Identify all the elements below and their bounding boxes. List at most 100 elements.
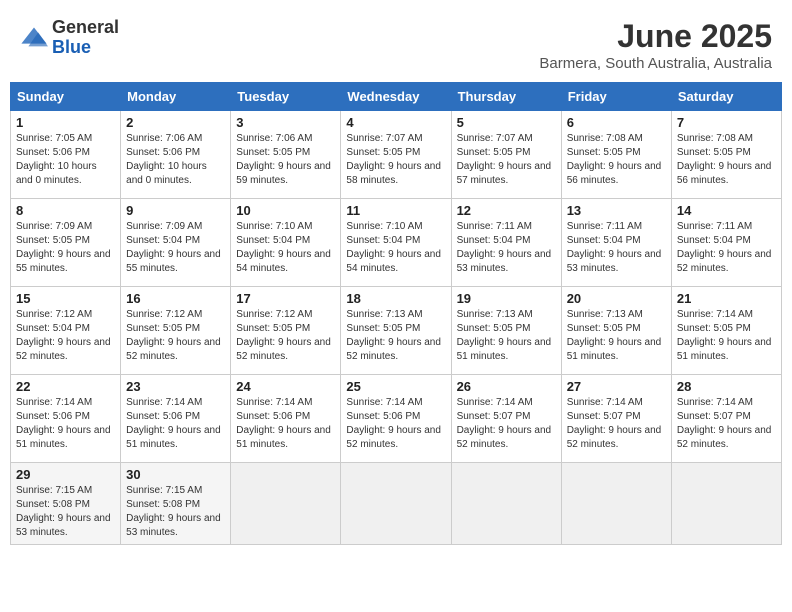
day-cell-3: 3 Sunrise: 7:06 AM Sunset: 5:05 PM Dayli…: [231, 111, 341, 199]
day-number: 21: [677, 291, 776, 306]
week-row-5: 29 Sunrise: 7:15 AM Sunset: 5:08 PM Dayl…: [11, 463, 782, 545]
location-title: Barmera, South Australia, Australia: [539, 55, 772, 72]
day-cell-24: 24 Sunrise: 7:14 AM Sunset: 5:06 PM Dayl…: [231, 375, 341, 463]
day-cell-7: 7 Sunrise: 7:08 AM Sunset: 5:05 PM Dayli…: [671, 111, 781, 199]
day-cell-18: 18 Sunrise: 7:13 AM Sunset: 5:05 PM Dayl…: [341, 287, 451, 375]
day-cell-27: 27 Sunrise: 7:14 AM Sunset: 5:07 PM Dayl…: [561, 375, 671, 463]
day-cell-12: 12 Sunrise: 7:11 AM Sunset: 5:04 PM Dayl…: [451, 199, 561, 287]
page-header: General Blue June 2025 Barmera, South Au…: [10, 10, 782, 76]
logo-text: General Blue: [52, 18, 119, 58]
day-info: Sunrise: 7:11 AM Sunset: 5:04 PM Dayligh…: [567, 221, 662, 274]
logo: General Blue: [20, 18, 119, 58]
day-info: Sunrise: 7:08 AM Sunset: 5:05 PM Dayligh…: [567, 133, 662, 186]
day-number: 24: [236, 379, 335, 394]
day-info: Sunrise: 7:14 AM Sunset: 5:05 PM Dayligh…: [677, 309, 772, 362]
day-cell-15: 15 Sunrise: 7:12 AM Sunset: 5:04 PM Dayl…: [11, 287, 121, 375]
day-number: 1: [16, 115, 115, 130]
title-area: June 2025 Barmera, South Australia, Aust…: [539, 18, 772, 72]
day-info: Sunrise: 7:12 AM Sunset: 5:05 PM Dayligh…: [236, 309, 331, 362]
day-info: Sunrise: 7:14 AM Sunset: 5:07 PM Dayligh…: [457, 397, 552, 450]
day-info: Sunrise: 7:14 AM Sunset: 5:06 PM Dayligh…: [236, 397, 331, 450]
day-cell-16: 16 Sunrise: 7:12 AM Sunset: 5:05 PM Dayl…: [121, 287, 231, 375]
week-row-1: 1 Sunrise: 7:05 AM Sunset: 5:06 PM Dayli…: [11, 111, 782, 199]
day-cell-17: 17 Sunrise: 7:12 AM Sunset: 5:05 PM Dayl…: [231, 287, 341, 375]
day-number: 16: [126, 291, 225, 306]
weekday-header-row: SundayMondayTuesdayWednesdayThursdayFrid…: [11, 83, 782, 111]
logo-blue-text: Blue: [52, 38, 119, 58]
day-info: Sunrise: 7:12 AM Sunset: 5:05 PM Dayligh…: [126, 309, 221, 362]
day-number: 12: [457, 203, 556, 218]
day-cell-2: 2 Sunrise: 7:06 AM Sunset: 5:06 PM Dayli…: [121, 111, 231, 199]
day-cell-30: 30 Sunrise: 7:15 AM Sunset: 5:08 PM Dayl…: [121, 463, 231, 545]
day-info: Sunrise: 7:09 AM Sunset: 5:04 PM Dayligh…: [126, 221, 221, 274]
day-number: 26: [457, 379, 556, 394]
day-info: Sunrise: 7:14 AM Sunset: 5:06 PM Dayligh…: [346, 397, 441, 450]
day-cell-19: 19 Sunrise: 7:13 AM Sunset: 5:05 PM Dayl…: [451, 287, 561, 375]
weekday-header-wednesday: Wednesday: [341, 83, 451, 111]
day-cell-13: 13 Sunrise: 7:11 AM Sunset: 5:04 PM Dayl…: [561, 199, 671, 287]
day-cell-29: 29 Sunrise: 7:15 AM Sunset: 5:08 PM Dayl…: [11, 463, 121, 545]
day-info: Sunrise: 7:13 AM Sunset: 5:05 PM Dayligh…: [346, 309, 441, 362]
logo-icon: [20, 24, 48, 52]
day-cell-5: 5 Sunrise: 7:07 AM Sunset: 5:05 PM Dayli…: [451, 111, 561, 199]
day-info: Sunrise: 7:09 AM Sunset: 5:05 PM Dayligh…: [16, 221, 111, 274]
day-info: Sunrise: 7:15 AM Sunset: 5:08 PM Dayligh…: [126, 485, 221, 538]
week-row-2: 8 Sunrise: 7:09 AM Sunset: 5:05 PM Dayli…: [11, 199, 782, 287]
day-number: 15: [16, 291, 115, 306]
weekday-header-thursday: Thursday: [451, 83, 561, 111]
day-cell-9: 9 Sunrise: 7:09 AM Sunset: 5:04 PM Dayli…: [121, 199, 231, 287]
day-info: Sunrise: 7:06 AM Sunset: 5:05 PM Dayligh…: [236, 133, 331, 186]
day-number: 9: [126, 203, 225, 218]
day-info: Sunrise: 7:07 AM Sunset: 5:05 PM Dayligh…: [346, 133, 441, 186]
day-number: 7: [677, 115, 776, 130]
empty-cell: [671, 463, 781, 545]
day-number: 4: [346, 115, 445, 130]
day-info: Sunrise: 7:14 AM Sunset: 5:06 PM Dayligh…: [126, 397, 221, 450]
day-number: 25: [346, 379, 445, 394]
day-cell-26: 26 Sunrise: 7:14 AM Sunset: 5:07 PM Dayl…: [451, 375, 561, 463]
day-cell-10: 10 Sunrise: 7:10 AM Sunset: 5:04 PM Dayl…: [231, 199, 341, 287]
week-row-4: 22 Sunrise: 7:14 AM Sunset: 5:06 PM Dayl…: [11, 375, 782, 463]
day-number: 19: [457, 291, 556, 306]
logo-general-text: General: [52, 18, 119, 38]
day-cell-22: 22 Sunrise: 7:14 AM Sunset: 5:06 PM Dayl…: [11, 375, 121, 463]
day-info: Sunrise: 7:14 AM Sunset: 5:06 PM Dayligh…: [16, 397, 111, 450]
day-number: 3: [236, 115, 335, 130]
weekday-header-sunday: Sunday: [11, 83, 121, 111]
day-number: 28: [677, 379, 776, 394]
day-info: Sunrise: 7:13 AM Sunset: 5:05 PM Dayligh…: [457, 309, 552, 362]
weekday-header-saturday: Saturday: [671, 83, 781, 111]
day-info: Sunrise: 7:07 AM Sunset: 5:05 PM Dayligh…: [457, 133, 552, 186]
day-info: Sunrise: 7:11 AM Sunset: 5:04 PM Dayligh…: [677, 221, 772, 274]
day-info: Sunrise: 7:10 AM Sunset: 5:04 PM Dayligh…: [236, 221, 331, 274]
empty-cell: [231, 463, 341, 545]
day-number: 10: [236, 203, 335, 218]
day-cell-6: 6 Sunrise: 7:08 AM Sunset: 5:05 PM Dayli…: [561, 111, 671, 199]
day-number: 27: [567, 379, 666, 394]
day-info: Sunrise: 7:14 AM Sunset: 5:07 PM Dayligh…: [567, 397, 662, 450]
day-cell-25: 25 Sunrise: 7:14 AM Sunset: 5:06 PM Dayl…: [341, 375, 451, 463]
day-number: 14: [677, 203, 776, 218]
day-number: 11: [346, 203, 445, 218]
day-number: 22: [16, 379, 115, 394]
day-number: 18: [346, 291, 445, 306]
week-row-3: 15 Sunrise: 7:12 AM Sunset: 5:04 PM Dayl…: [11, 287, 782, 375]
day-number: 30: [126, 467, 225, 482]
empty-cell: [451, 463, 561, 545]
day-number: 5: [457, 115, 556, 130]
day-info: Sunrise: 7:12 AM Sunset: 5:04 PM Dayligh…: [16, 309, 111, 362]
day-cell-21: 21 Sunrise: 7:14 AM Sunset: 5:05 PM Dayl…: [671, 287, 781, 375]
day-cell-23: 23 Sunrise: 7:14 AM Sunset: 5:06 PM Dayl…: [121, 375, 231, 463]
day-cell-8: 8 Sunrise: 7:09 AM Sunset: 5:05 PM Dayli…: [11, 199, 121, 287]
calendar-table: SundayMondayTuesdayWednesdayThursdayFrid…: [10, 82, 782, 545]
day-number: 2: [126, 115, 225, 130]
month-title: June 2025: [539, 18, 772, 55]
day-number: 13: [567, 203, 666, 218]
empty-cell: [341, 463, 451, 545]
day-cell-14: 14 Sunrise: 7:11 AM Sunset: 5:04 PM Dayl…: [671, 199, 781, 287]
weekday-header-monday: Monday: [121, 83, 231, 111]
day-number: 17: [236, 291, 335, 306]
empty-cell: [561, 463, 671, 545]
weekday-header-tuesday: Tuesday: [231, 83, 341, 111]
day-info: Sunrise: 7:14 AM Sunset: 5:07 PM Dayligh…: [677, 397, 772, 450]
